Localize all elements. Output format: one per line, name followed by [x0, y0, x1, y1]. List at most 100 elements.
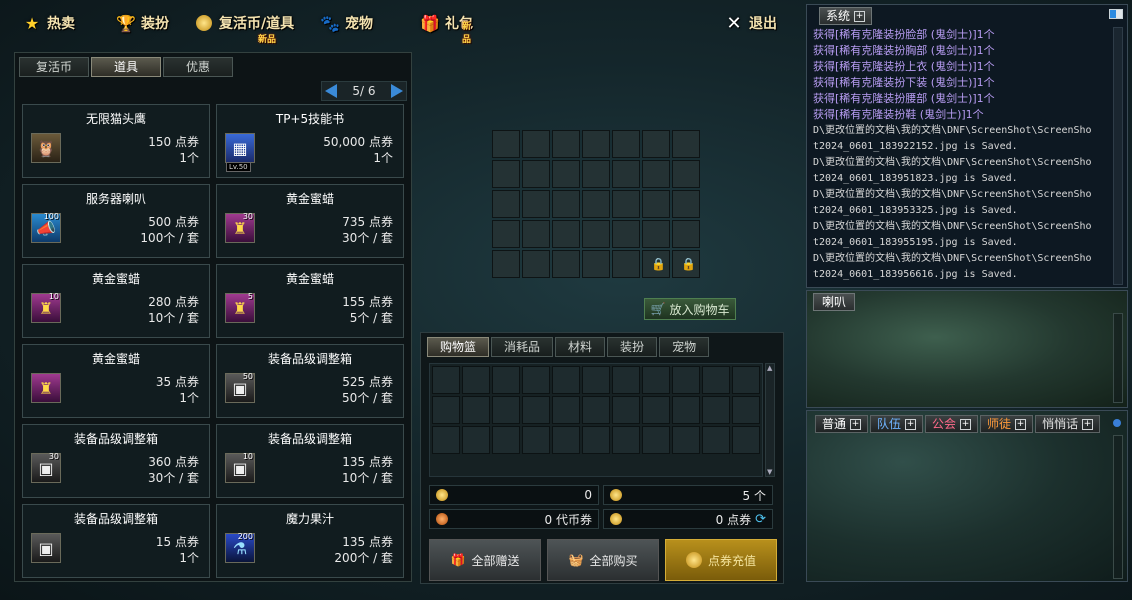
preview-slot[interactable] — [672, 190, 700, 218]
preview-slot[interactable] — [492, 130, 520, 158]
exit-button[interactable]: ✕ 退出 — [724, 10, 777, 36]
system-log-scrollbar[interactable] — [1113, 27, 1123, 285]
basket-slot[interactable] — [462, 366, 490, 394]
preview-slot[interactable] — [582, 190, 610, 218]
preview-slot[interactable] — [672, 130, 700, 158]
basket-slot[interactable] — [642, 366, 670, 394]
basket-slot[interactable] — [672, 366, 700, 394]
tab-revive-items[interactable]: 复活币/道具 新品 — [194, 10, 294, 45]
basket-slot[interactable] — [432, 426, 460, 454]
tab-pet[interactable]: 宠物 — [659, 337, 710, 357]
preview-slot[interactable] — [582, 130, 610, 158]
chat-scrollbar[interactable] — [1113, 435, 1123, 579]
preview-slot[interactable] — [612, 160, 640, 188]
item-card[interactable]: 黄金蜜蜡 ♜ 35 点券 1个 — [22, 344, 210, 418]
scroll-down-icon[interactable]: ▼ — [767, 468, 772, 476]
item-card[interactable]: 黄金蜜蜡 ♜ 30 735 点券 30个 / 套 — [216, 184, 404, 258]
basket-slot[interactable] — [582, 396, 610, 424]
preview-slot[interactable] — [642, 160, 670, 188]
horn-tab[interactable]: 喇叭 — [813, 293, 856, 311]
basket-slot[interactable] — [552, 396, 580, 424]
item-card[interactable]: 装备品级调整箱 ▣ 30 360 点券 30个 / 套 — [22, 424, 210, 498]
preview-slot[interactable] — [552, 130, 580, 158]
tab-materials[interactable]: 材料 — [555, 337, 606, 357]
prev-page-icon[interactable] — [325, 84, 337, 98]
tab-costume[interactable]: 🏆 装扮 — [116, 10, 169, 36]
preview-slot[interactable]: 🔒 — [672, 250, 700, 278]
basket-slot[interactable] — [552, 426, 580, 454]
item-card[interactable]: 无限猫头鹰 🦉 150 点券 1个 — [22, 104, 210, 178]
item-card[interactable]: TP+5技能书 ▦ Lv.50 50,000 点券 1个 — [216, 104, 404, 178]
basket-slot[interactable] — [522, 396, 550, 424]
item-card[interactable]: 黄金蜜蜡 ♜ 5 155 点券 5个 / 套 — [216, 264, 404, 338]
preview-slot[interactable]: 🔒 — [642, 250, 670, 278]
horn-scrollbar[interactable] — [1113, 313, 1123, 403]
preview-slot[interactable] — [672, 220, 700, 248]
basket-slot[interactable] — [522, 366, 550, 394]
window-toggle-icon[interactable] — [1109, 9, 1123, 19]
item-card[interactable]: 服务器喇叭 📣 100 500 点券 100个 / 套 — [22, 184, 210, 258]
preview-slot[interactable] — [612, 250, 640, 278]
preview-slot[interactable] — [582, 250, 610, 278]
preview-slot[interactable] — [492, 190, 520, 218]
basket-slot[interactable] — [642, 426, 670, 454]
plus-icon[interactable]: + — [850, 418, 862, 430]
preview-slot[interactable] — [552, 250, 580, 278]
basket-slot[interactable] — [642, 396, 670, 424]
basket-slot[interactable] — [732, 366, 760, 394]
basket-slot[interactable] — [732, 396, 760, 424]
basket-slot[interactable] — [582, 366, 610, 394]
basket-slot[interactable] — [612, 426, 640, 454]
tab-costume[interactable]: 装扮 — [607, 337, 658, 357]
preview-slot[interactable] — [672, 160, 700, 188]
subtab-revive-coin[interactable]: 复活币 — [19, 57, 89, 77]
basket-slot[interactable] — [522, 426, 550, 454]
subtab-items[interactable]: 道具 — [91, 57, 161, 77]
preview-slot[interactable] — [552, 220, 580, 248]
basket-slot[interactable] — [672, 396, 700, 424]
plus-icon[interactable]: + — [1082, 418, 1094, 430]
preview-slot[interactable] — [612, 220, 640, 248]
tab-gift[interactable]: 🎁 礼包 新品 — [420, 10, 473, 46]
basket-slot[interactable] — [492, 366, 520, 394]
plus-icon[interactable]: + — [1015, 418, 1027, 430]
buy-all-button[interactable]: 🧺 全部购买 — [547, 539, 659, 581]
basket-slot[interactable] — [702, 426, 730, 454]
preview-slot[interactable] — [552, 190, 580, 218]
preview-slot[interactable] — [522, 220, 550, 248]
preview-slot[interactable] — [522, 160, 550, 188]
preview-slot[interactable] — [492, 220, 520, 248]
basket-slot[interactable] — [552, 366, 580, 394]
basket-slot[interactable] — [462, 396, 490, 424]
plus-icon[interactable]: + — [960, 418, 972, 430]
basket-slot[interactable] — [702, 366, 730, 394]
preview-slot[interactable] — [582, 220, 610, 248]
basket-slot[interactable] — [492, 396, 520, 424]
chat-option-icon[interactable] — [1113, 419, 1121, 427]
refresh-icon[interactable]: ⟳ — [755, 512, 766, 527]
preview-slot[interactable] — [612, 190, 640, 218]
chat-tab-whisper[interactable]: 悄悄话 + — [1035, 415, 1101, 433]
basket-scrollbar[interactable]: ▲ ▼ — [765, 363, 775, 477]
preview-slot[interactable] — [642, 130, 670, 158]
preview-slot[interactable] — [492, 250, 520, 278]
preview-slot[interactable] — [522, 250, 550, 278]
preview-slot[interactable] — [582, 160, 610, 188]
tab-consumables[interactable]: 消耗品 — [491, 337, 554, 357]
preview-slot[interactable] — [642, 190, 670, 218]
basket-slot[interactable] — [672, 426, 700, 454]
next-page-icon[interactable] — [390, 84, 403, 98]
tab-pet[interactable]: 🐾 宠物 — [320, 10, 373, 36]
plus-icon[interactable]: + — [854, 10, 866, 22]
chat-tab-mentor[interactable]: 师徒 + — [980, 415, 1034, 433]
recharge-button[interactable]: 点券充值 — [665, 539, 777, 581]
preview-slot[interactable] — [492, 160, 520, 188]
tab-hot[interactable]: ★ 热卖 — [22, 10, 75, 36]
basket-slot[interactable] — [612, 396, 640, 424]
basket-slot[interactable] — [432, 396, 460, 424]
chat-tab-party[interactable]: 队伍 + — [870, 415, 924, 433]
item-card[interactable]: 黄金蜜蜡 ♜ 10 280 点券 10个 / 套 — [22, 264, 210, 338]
plus-icon[interactable]: + — [905, 418, 917, 430]
basket-slot[interactable] — [432, 366, 460, 394]
chat-tab-guild[interactable]: 公会 + — [925, 415, 979, 433]
